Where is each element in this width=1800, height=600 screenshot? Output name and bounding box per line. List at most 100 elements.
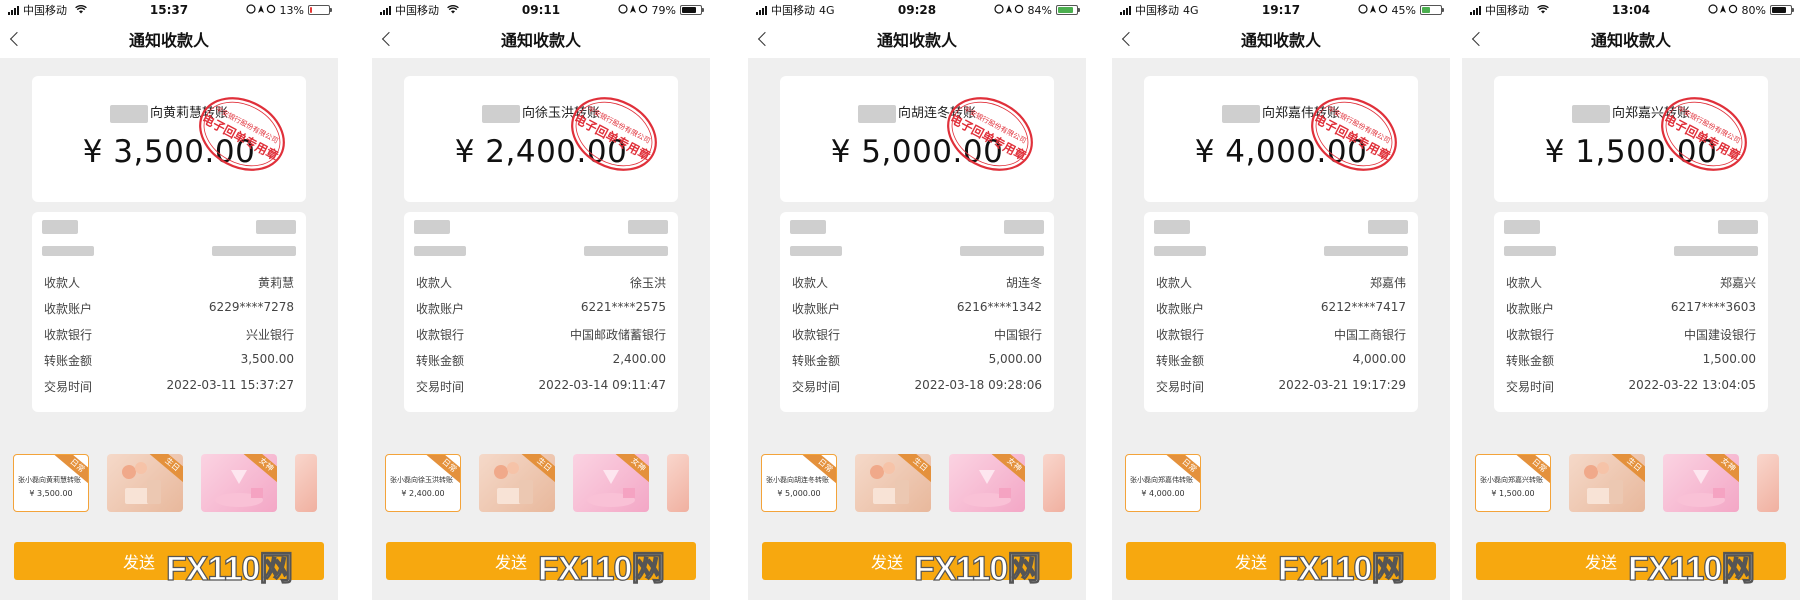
detail-row: 收款银行 中国银行 [792,326,1042,346]
battery-percent: 45% [1391,3,1416,17]
blurred-payer-row [1154,220,1408,234]
gift-icon [1663,454,1739,512]
template-card-selected[interactable]: 日常 张小磊向徐玉洪转账 ¥ 2,400.00 [385,454,461,512]
template-card-birthday[interactable]: 生日 [1569,454,1645,512]
status-right: 79% [617,4,704,17]
detail-value: 2022-03-21 19:17:29 [1278,378,1406,392]
blurred-payer-row [414,220,668,234]
detail-row: 交易时间 2022-03-11 15:37:27 [44,378,294,398]
blurred-text [1504,220,1540,234]
back-arrow-icon[interactable] [9,31,25,47]
template-amount: ¥ 4,000.00 [1141,489,1185,498]
template-card-goddess[interactable]: 女神 [1663,454,1739,512]
notification-template-strip: 日常 张小磊向胡连冬转账 ¥ 5,000.00 生日 女神 [761,454,1086,514]
nav-bar: 通知收款人 [1462,20,1800,58]
template-card-goddess[interactable]: 女神 [573,454,649,512]
detail-row: 交易时间 2022-03-22 13:04:05 [1506,378,1756,398]
template-card-partial[interactable] [1043,454,1065,512]
detail-label: 收款人 [1156,276,1193,290]
detail-row: 交易时间 2022-03-18 09:28:06 [792,378,1042,398]
detail-value: 郑嘉兴 [1719,276,1756,290]
nav-bar: 通知收款人 [372,20,710,58]
bank-seal-stamp: 平安银行股份有限公司 电子回单专用章 [1646,81,1761,188]
detail-value: 4,000.00 [1352,352,1406,366]
bank-seal-stamp: 平安银行股份有限公司 电子回单专用章 [556,81,671,188]
template-card-goddess[interactable]: 女神 [201,454,277,512]
status-left: 中国移动 4G [756,2,835,18]
gift-icon [949,454,1025,512]
blurred-account-row [42,246,296,256]
fx110-watermark-logo: FX110网 [1627,545,1756,588]
template-card-birthday[interactable]: 生日 [855,454,931,512]
detail-value: 2022-03-11 15:37:27 [166,378,294,392]
blurred-payer-row [42,220,296,234]
detail-row: 转账金额 1,500.00 [1506,352,1756,372]
template-card-partial[interactable] [295,454,317,512]
receipt-detail-card: 收款人 郑嘉兴 收款账户 6217****3603 收款银行 中国建设银行 转账金额 1,50… [1494,212,1768,412]
template-amount: ¥ 2,400.00 [401,489,445,498]
bank-seal-stamp: 平安银行股份有限公司 电子回单专用章 [1296,81,1411,188]
template-card-birthday[interactable]: 生日 [479,454,555,512]
status-bar: 中国移动 4G 09:28 84% [748,0,1086,20]
notification-template-strip: 日常 张小磊向郑嘉兴转账 ¥ 1,500.00 生日 女神 [1475,454,1800,514]
receipt-summary-card: 向徐玉洪转账 ¥ 2,400.00 平安银行股份有限公司 电子回单专用章 [404,76,678,202]
detail-label: 收款账户 [792,302,841,316]
receipt-summary-card: 向郑嘉兴转账 ¥ 1,500.00 平安银行股份有限公司 电子回单专用章 [1494,76,1768,202]
nav-bar: 通知收款人 [1112,20,1450,58]
carrier-name: 中国移动 [771,4,815,17]
back-arrow-icon[interactable] [757,31,773,47]
page-title: 通知收款人 [876,31,957,50]
blurred-text [628,220,668,234]
back-arrow-icon[interactable] [1121,31,1137,47]
template-card-birthday[interactable]: 生日 [107,454,183,512]
status-right: 84% [993,3,1080,17]
page-title: 通知收款人 [500,31,581,50]
battery-percent: 80% [1741,3,1766,17]
blurred-text [42,246,94,256]
gift-icon [201,454,277,512]
blurred-account-row [1504,246,1758,256]
template-card-partial[interactable] [1757,454,1779,512]
blurred-text [1674,246,1758,256]
detail-label: 收款人 [416,276,453,290]
back-arrow-icon[interactable] [1471,31,1487,47]
blurred-text [414,220,450,234]
detail-row: 收款银行 中国建设银行 [1506,326,1756,346]
template-card-partial[interactable] [667,454,689,512]
detail-value: 1,500.00 [1702,352,1756,366]
detail-value: 中国银行 [993,328,1042,342]
template-card-selected[interactable]: 日常 张小磊向胡连冬转账 ¥ 5,000.00 [761,454,837,512]
detail-row: 收款银行 兴业银行 [44,326,294,346]
signal-icon [380,5,391,15]
back-arrow-icon[interactable] [381,31,397,47]
notification-template-strip: 日常 张小磊向黄莉慧转账 ¥ 3,500.00 生日 女神 [13,454,338,514]
status-time: 15:37 [149,3,189,17]
receipt-detail-card: 收款人 徐玉洪 收款账户 6221****2575 收款银行 中国邮政储蓄银行 转账金额 2,… [404,212,678,412]
nav-bar: 通知收款人 [748,20,1086,58]
blurred-text [960,246,1044,256]
detail-row: 转账金额 5,000.00 [792,352,1042,372]
status-left: 中国移动 4G [1120,2,1199,18]
template-text: 张小磊向徐玉洪转账 [390,476,453,484]
blurred-account-row [790,246,1044,256]
signal-icon [756,5,767,15]
status-bar: 中国移动 15:37 13% [0,0,338,20]
template-card-selected[interactable]: 日常 张小磊向黄莉慧转账 ¥ 3,500.00 [13,454,89,512]
detail-label: 收款人 [1506,276,1543,290]
blurred-sender-name [1221,104,1260,123]
carrier-name: 中国移动 [395,4,439,17]
receipt-summary-card: 向黄莉慧转账 ¥ 3,500.00 平安银行股份有限公司 电子回单专用章 [32,76,306,202]
status-left: 中国移动 [8,2,87,18]
blurred-text [1324,246,1408,256]
template-card-selected[interactable]: 日常 张小磊向郑嘉兴转账 ¥ 1,500.00 [1475,454,1551,512]
template-text: 张小磊向郑嘉兴转账 [1480,476,1543,484]
template-card-goddess[interactable]: 女神 [949,454,1025,512]
battery-percent: 84% [1027,3,1052,17]
blurred-account-row [414,246,668,256]
screenshot-collage: 中国移动 15:37 13% 通知收款人 向黄莉慧转账 ¥ 3,500.00 平安银行股份… [0,0,1800,600]
receipt-summary-card: 向郑嘉伟转账 ¥ 4,000.00 平安银行股份有限公司 电子回单专用章 [1144,76,1418,202]
template-card-selected[interactable]: 日常 张小磊向郑嘉伟转账 ¥ 4,000.00 [1125,454,1201,512]
detail-label: 收款人 [792,276,829,290]
status-time: 13:04 [1611,3,1651,17]
detail-row: 交易时间 2022-03-14 09:11:47 [416,378,666,398]
